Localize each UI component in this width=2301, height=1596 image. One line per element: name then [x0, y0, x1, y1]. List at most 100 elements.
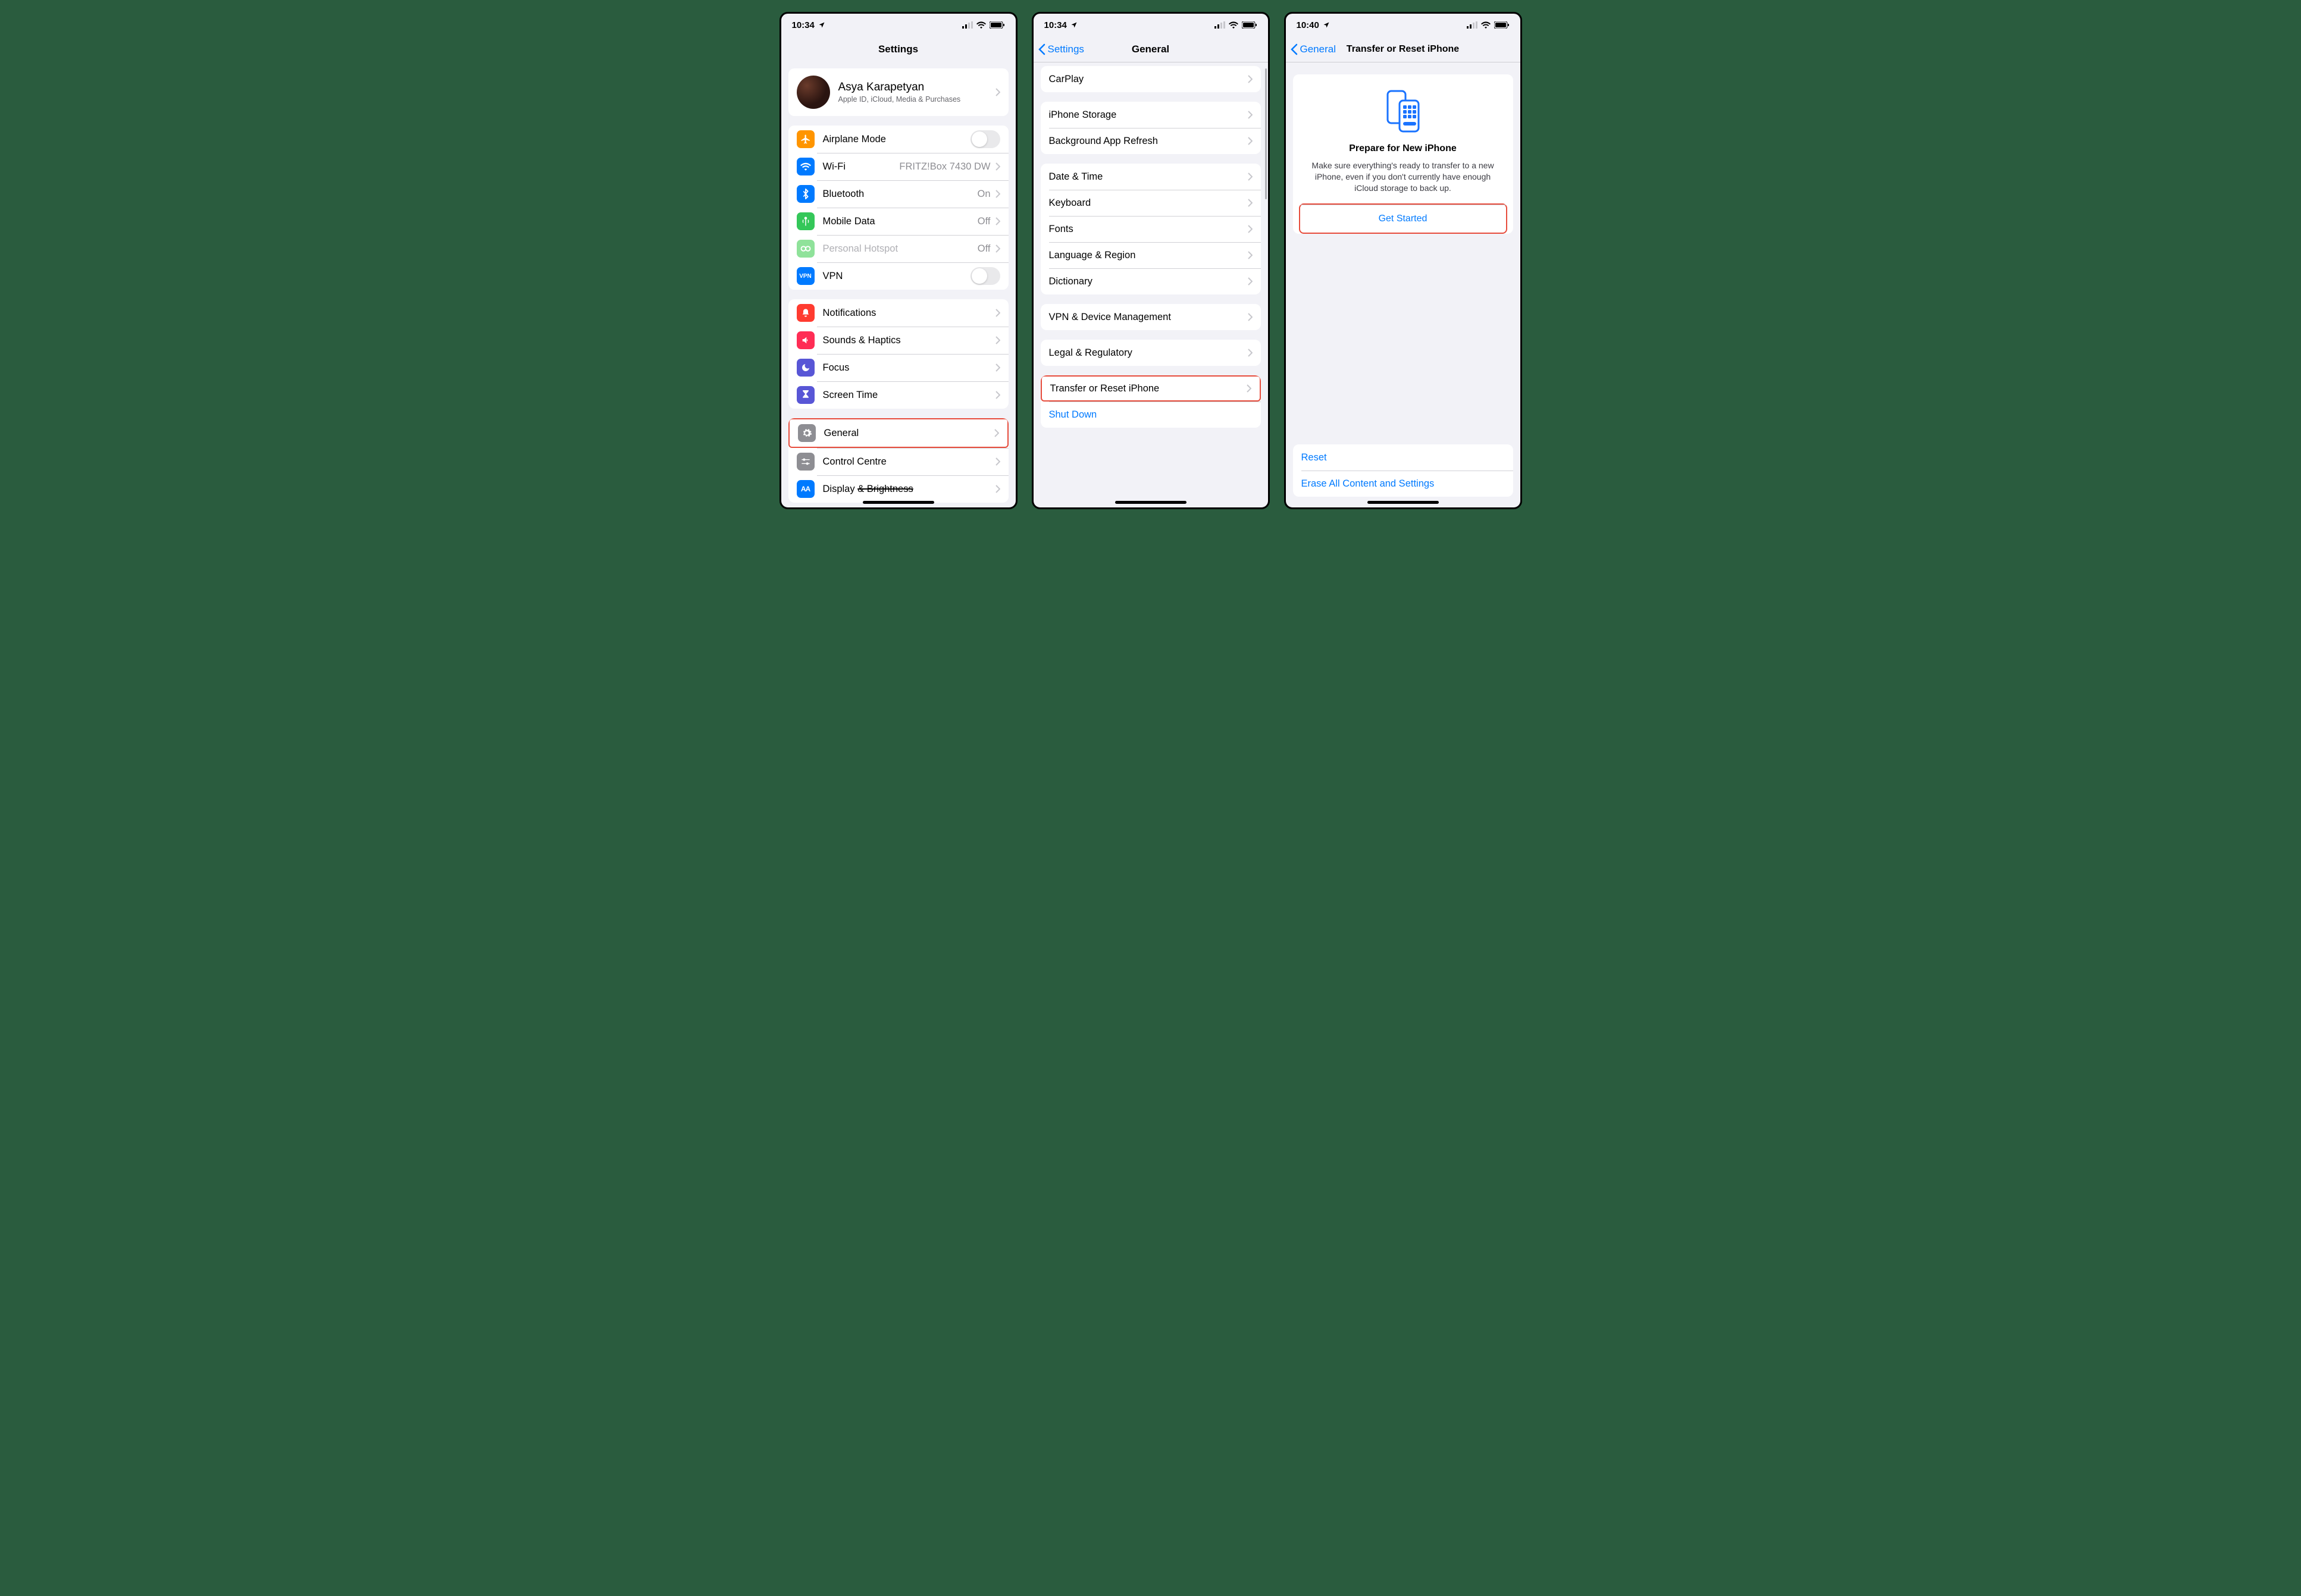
- notifications-group: Notifications Sounds & Haptics Focus Scr…: [788, 299, 1009, 409]
- reset-options-group: Reset Erase All Content and Settings: [1293, 444, 1513, 497]
- row-label: Reset: [1301, 452, 1505, 463]
- prepare-card: Prepare for New iPhone Make sure everyth…: [1293, 74, 1513, 234]
- row-label: Date & Time: [1049, 171, 1248, 183]
- vpn-toggle[interactable]: [971, 267, 1000, 285]
- shutdown-row[interactable]: Shut Down: [1041, 402, 1261, 428]
- wifi-icon: [1481, 21, 1491, 29]
- chevron-right-icon: [995, 336, 1000, 344]
- vpn-mgmt-group: VPN & Device Management: [1041, 304, 1261, 330]
- row-label: Mobile Data: [823, 216, 978, 227]
- storage-group: iPhone Storage Background App Refresh: [1041, 102, 1261, 154]
- chevron-right-icon: [995, 391, 1000, 399]
- chevron-right-icon: [1247, 384, 1251, 393]
- chevron-right-icon: [995, 485, 1000, 493]
- keyboard-row[interactable]: Keyboard: [1041, 190, 1261, 216]
- battery-icon: [990, 21, 1005, 29]
- hotspot-row[interactable]: Personal Hotspot Off: [788, 235, 1009, 262]
- settings-content: Asya Karapetyan Apple ID, iCloud, Media …: [781, 62, 1016, 507]
- get-started-button[interactable]: Get Started: [1300, 205, 1506, 233]
- mobile-detail: Off: [978, 216, 991, 227]
- row-label: Shut Down: [1049, 409, 1253, 421]
- profile-sub: Apple ID, iCloud, Media & Purchases: [838, 95, 995, 104]
- avatar: [797, 76, 830, 109]
- back-button[interactable]: General: [1291, 36, 1336, 62]
- row-label: Fonts: [1049, 224, 1248, 235]
- screentime-row[interactable]: Screen Time: [788, 381, 1009, 409]
- profile-name: Asya Karapetyan: [838, 81, 995, 94]
- airplane-row[interactable]: Airplane Mode: [788, 126, 1009, 153]
- airplane-toggle[interactable]: [971, 130, 1000, 148]
- notifications-row[interactable]: Notifications: [788, 299, 1009, 327]
- location-icon: [1323, 21, 1330, 29]
- row-label: Legal & Regulatory: [1049, 347, 1248, 359]
- datetime-row[interactable]: Date & Time: [1041, 164, 1261, 190]
- sliders-icon: [797, 453, 815, 471]
- phone-settings: 10:34 Settings Asya Karapetyan: [779, 12, 1018, 509]
- vpn-row[interactable]: VPN VPN: [788, 262, 1009, 290]
- chevron-right-icon: [1248, 349, 1253, 357]
- wifi-detail: FRITZ!Box 7430 DW: [899, 161, 990, 173]
- apple-id-row[interactable]: Asya Karapetyan Apple ID, iCloud, Media …: [788, 68, 1009, 116]
- home-indicator[interactable]: [1115, 501, 1186, 504]
- wifi-row[interactable]: Wi-Fi FRITZ!Box 7430 DW: [788, 153, 1009, 180]
- mobile-data-row[interactable]: Mobile Data Off: [788, 208, 1009, 235]
- transfer-reset-row[interactable]: Transfer or Reset iPhone: [1041, 375, 1261, 402]
- carplay-group: CarPlay: [1041, 66, 1261, 92]
- bluetooth-icon: [797, 185, 815, 203]
- gear-icon: [798, 424, 816, 442]
- antenna-icon: [797, 212, 815, 230]
- general-row[interactable]: General: [788, 418, 1009, 448]
- display-row[interactable]: AA Display Display & Brightness& Brightn…: [788, 475, 1009, 503]
- chevron-right-icon: [995, 217, 1000, 225]
- bluetooth-row[interactable]: Bluetooth On: [788, 180, 1009, 208]
- chevron-right-icon: [1248, 277, 1253, 286]
- chevron-right-icon: [1248, 313, 1253, 321]
- home-indicator[interactable]: [1367, 501, 1439, 504]
- wifi-settings-icon: [797, 158, 815, 175]
- sounds-row[interactable]: Sounds & Haptics: [788, 327, 1009, 354]
- row-label: iPhone Storage: [1049, 109, 1248, 121]
- fonts-row[interactable]: Fonts: [1041, 216, 1261, 242]
- chevron-right-icon: [1248, 137, 1253, 145]
- back-label: Settings: [1048, 43, 1084, 55]
- chevron-right-icon: [1248, 111, 1253, 119]
- row-label: Transfer or Reset iPhone: [1050, 383, 1247, 394]
- reset-row[interactable]: Reset: [1293, 444, 1513, 471]
- focus-row[interactable]: Focus: [788, 354, 1009, 381]
- system-group: General Control Centre AA Display Displa…: [788, 418, 1009, 503]
- vpn-mgmt-row[interactable]: VPN & Device Management: [1041, 304, 1261, 330]
- page-title: Transfer or Reset iPhone: [1347, 44, 1459, 55]
- control-centre-row[interactable]: Control Centre: [788, 448, 1009, 475]
- row-label: Wi-Fi: [823, 161, 900, 173]
- back-button[interactable]: Settings: [1038, 36, 1084, 62]
- chevron-right-icon: [995, 244, 1000, 253]
- bgrefresh-row[interactable]: Background App Refresh: [1041, 128, 1261, 154]
- carplay-row[interactable]: CarPlay: [1041, 66, 1261, 92]
- hourglass-icon: [797, 386, 815, 404]
- row-label: Screen Time: [823, 390, 995, 401]
- connectivity-group: Airplane Mode Wi-Fi FRITZ!Box 7430 DW Bl…: [788, 126, 1009, 290]
- row-label: Display Display & Brightness& Brightness: [823, 484, 995, 495]
- row-label: CarPlay: [1049, 74, 1248, 85]
- cellular-icon: [1214, 21, 1225, 29]
- home-indicator[interactable]: [863, 501, 934, 504]
- storage-row[interactable]: iPhone Storage: [1041, 102, 1261, 128]
- page-title: General: [1132, 43, 1169, 55]
- clock: 10:40: [1297, 20, 1319, 30]
- location-icon: [1070, 21, 1078, 29]
- dictionary-row[interactable]: Dictionary: [1041, 268, 1261, 294]
- row-label: Dictionary: [1049, 276, 1248, 287]
- bluetooth-detail: On: [977, 189, 990, 200]
- erase-row[interactable]: Erase All Content and Settings: [1293, 471, 1513, 497]
- row-label: Background App Refresh: [1049, 136, 1248, 147]
- legal-row[interactable]: Legal & Regulatory: [1041, 340, 1261, 366]
- phone-general: 10:34 Settings General CarPlay iPhone St…: [1032, 12, 1270, 509]
- scrollbar-thumb[interactable]: [1265, 68, 1267, 199]
- clock: 10:34: [792, 20, 815, 30]
- locale-group: Date & Time Keyboard Fonts Language & Re…: [1041, 164, 1261, 294]
- nav-bar: General Transfer or Reset iPhone: [1286, 36, 1520, 62]
- language-row[interactable]: Language & Region: [1041, 242, 1261, 268]
- speaker-icon: [797, 331, 815, 349]
- moon-icon: [797, 359, 815, 377]
- chevron-right-icon: [995, 363, 1000, 372]
